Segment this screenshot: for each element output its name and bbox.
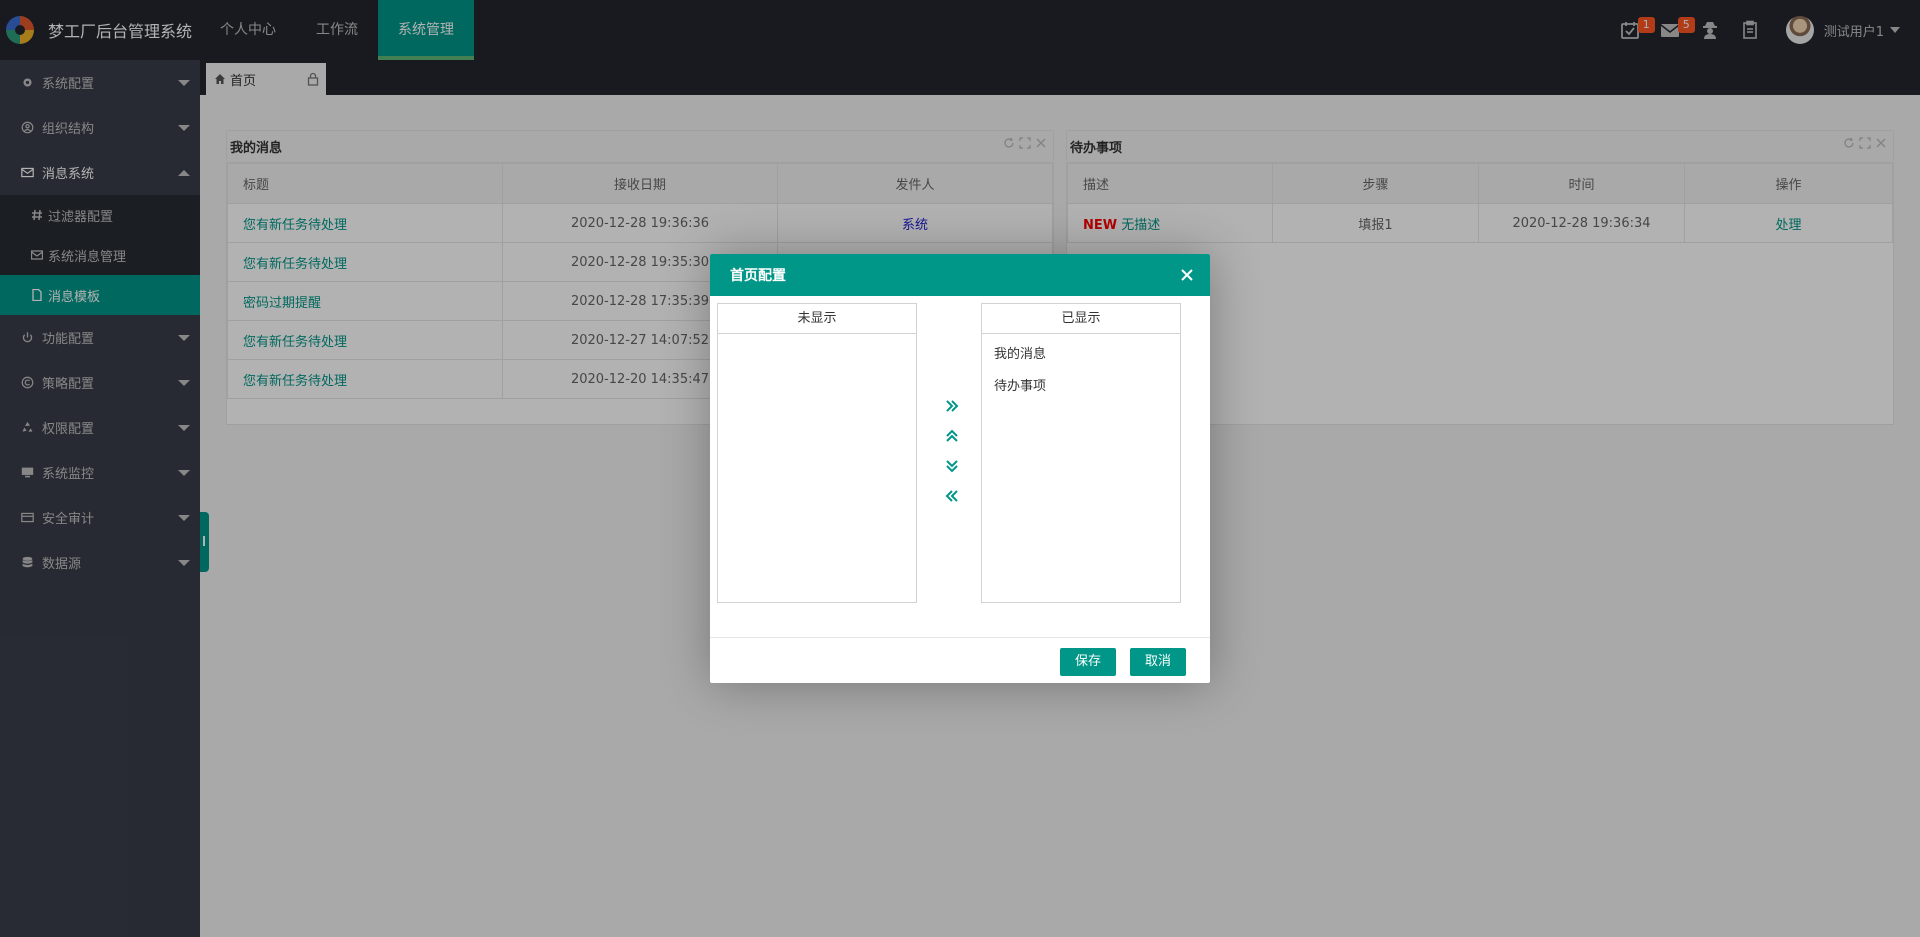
close-icon	[1181, 269, 1193, 281]
double-chevron-right-icon	[946, 400, 959, 412]
dialog-footer: 保存 取消	[710, 637, 1210, 683]
hidden-list: 未显示	[717, 303, 917, 603]
close-button[interactable]	[1178, 266, 1196, 284]
shown-list-title: 已显示	[982, 304, 1180, 334]
move-right-button[interactable]	[943, 396, 961, 416]
hidden-list-title: 未显示	[718, 304, 916, 334]
dialog-title: 首页配置	[730, 268, 786, 284]
shown-list: 已显示 我的消息 待办事项	[981, 303, 1181, 603]
move-up-button[interactable]	[943, 426, 961, 446]
homepage-config-dialog: 首页配置 未显示 已显示 我的消息 待办事项 保存 取消	[710, 254, 1210, 683]
transfer-buttons	[942, 396, 962, 506]
list-item[interactable]: 待办事项	[982, 371, 1180, 403]
dialog-header: 首页配置	[710, 254, 1210, 296]
save-button[interactable]: 保存	[1060, 648, 1117, 676]
move-left-button[interactable]	[943, 486, 961, 506]
double-chevron-left-icon	[945, 490, 958, 502]
shown-list-items: 我的消息 待办事项	[982, 334, 1180, 403]
move-down-button[interactable]	[943, 456, 961, 476]
list-item[interactable]: 我的消息	[982, 339, 1180, 371]
cancel-button[interactable]: 取消	[1130, 648, 1187, 676]
hidden-list-items[interactable]	[718, 334, 916, 339]
double-chevron-up-icon	[946, 429, 958, 442]
double-chevron-down-icon	[946, 460, 958, 473]
